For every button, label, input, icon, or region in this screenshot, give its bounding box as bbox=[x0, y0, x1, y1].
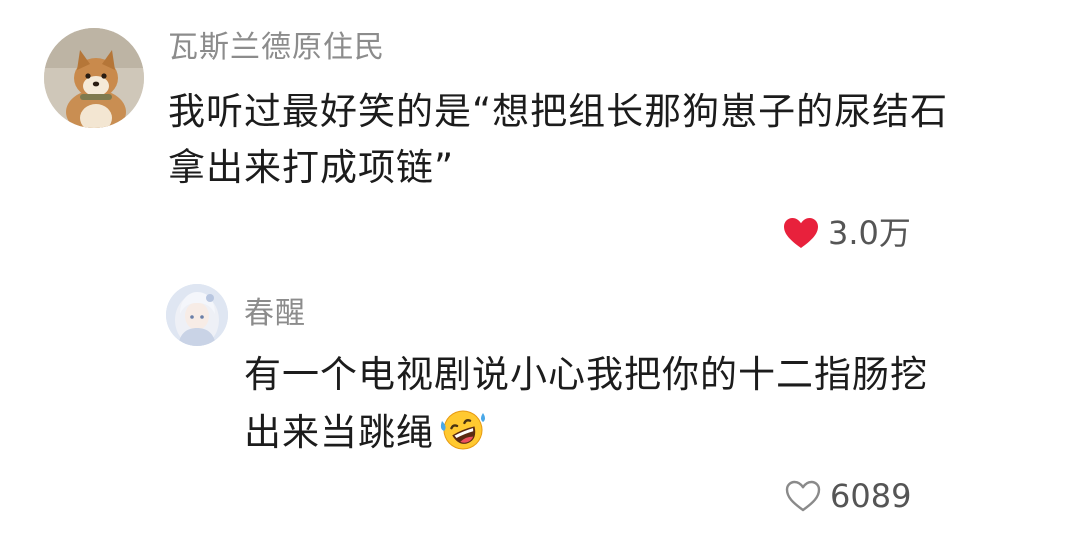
rolling-on-floor-laughing-emoji-icon bbox=[438, 407, 488, 453]
comment-text: 我听过最好笑的是“想把组长那狗崽子的尿结石 拿出来打成项链” bbox=[168, 84, 1038, 196]
like-count: 3.0万 bbox=[828, 214, 911, 252]
comment-username[interactable]: 瓦斯兰德原住民 bbox=[168, 30, 385, 66]
comment-text-line: 拿出来打成项链” bbox=[168, 146, 455, 189]
like-count: 6089 bbox=[830, 477, 912, 515]
comment-item: 瓦斯兰德原住民 我听过最好笑的是“想把组长那狗崽子的尿结石 拿出来打成项链” 3… bbox=[0, 0, 1080, 270]
avatar[interactable] bbox=[44, 28, 144, 128]
comment-text-line: 我听过最好笑的是“想把组长那狗崽子的尿结石 bbox=[168, 90, 949, 133]
heart-outline-icon bbox=[785, 480, 821, 512]
anime-girl-icon bbox=[166, 284, 228, 346]
reply-text-line: 出来当跳绳 bbox=[244, 411, 434, 454]
shiba-dog-icon bbox=[44, 28, 144, 128]
like-button[interactable]: 6089 bbox=[784, 476, 911, 516]
heart-filled-icon bbox=[784, 218, 818, 248]
like-button[interactable]: 3.0万 bbox=[782, 213, 911, 253]
reply-username[interactable]: 春醒 bbox=[244, 296, 306, 332]
reply-text-line-2: 出来当跳绳 bbox=[244, 404, 1044, 462]
avatar[interactable] bbox=[166, 284, 228, 346]
reply-text-line: 有一个电视剧说小心我把你的十二指肠挖 bbox=[244, 353, 928, 396]
reply-text: 有一个电视剧说小心我把你的十二指肠挖 出来当跳绳 bbox=[244, 346, 1044, 462]
